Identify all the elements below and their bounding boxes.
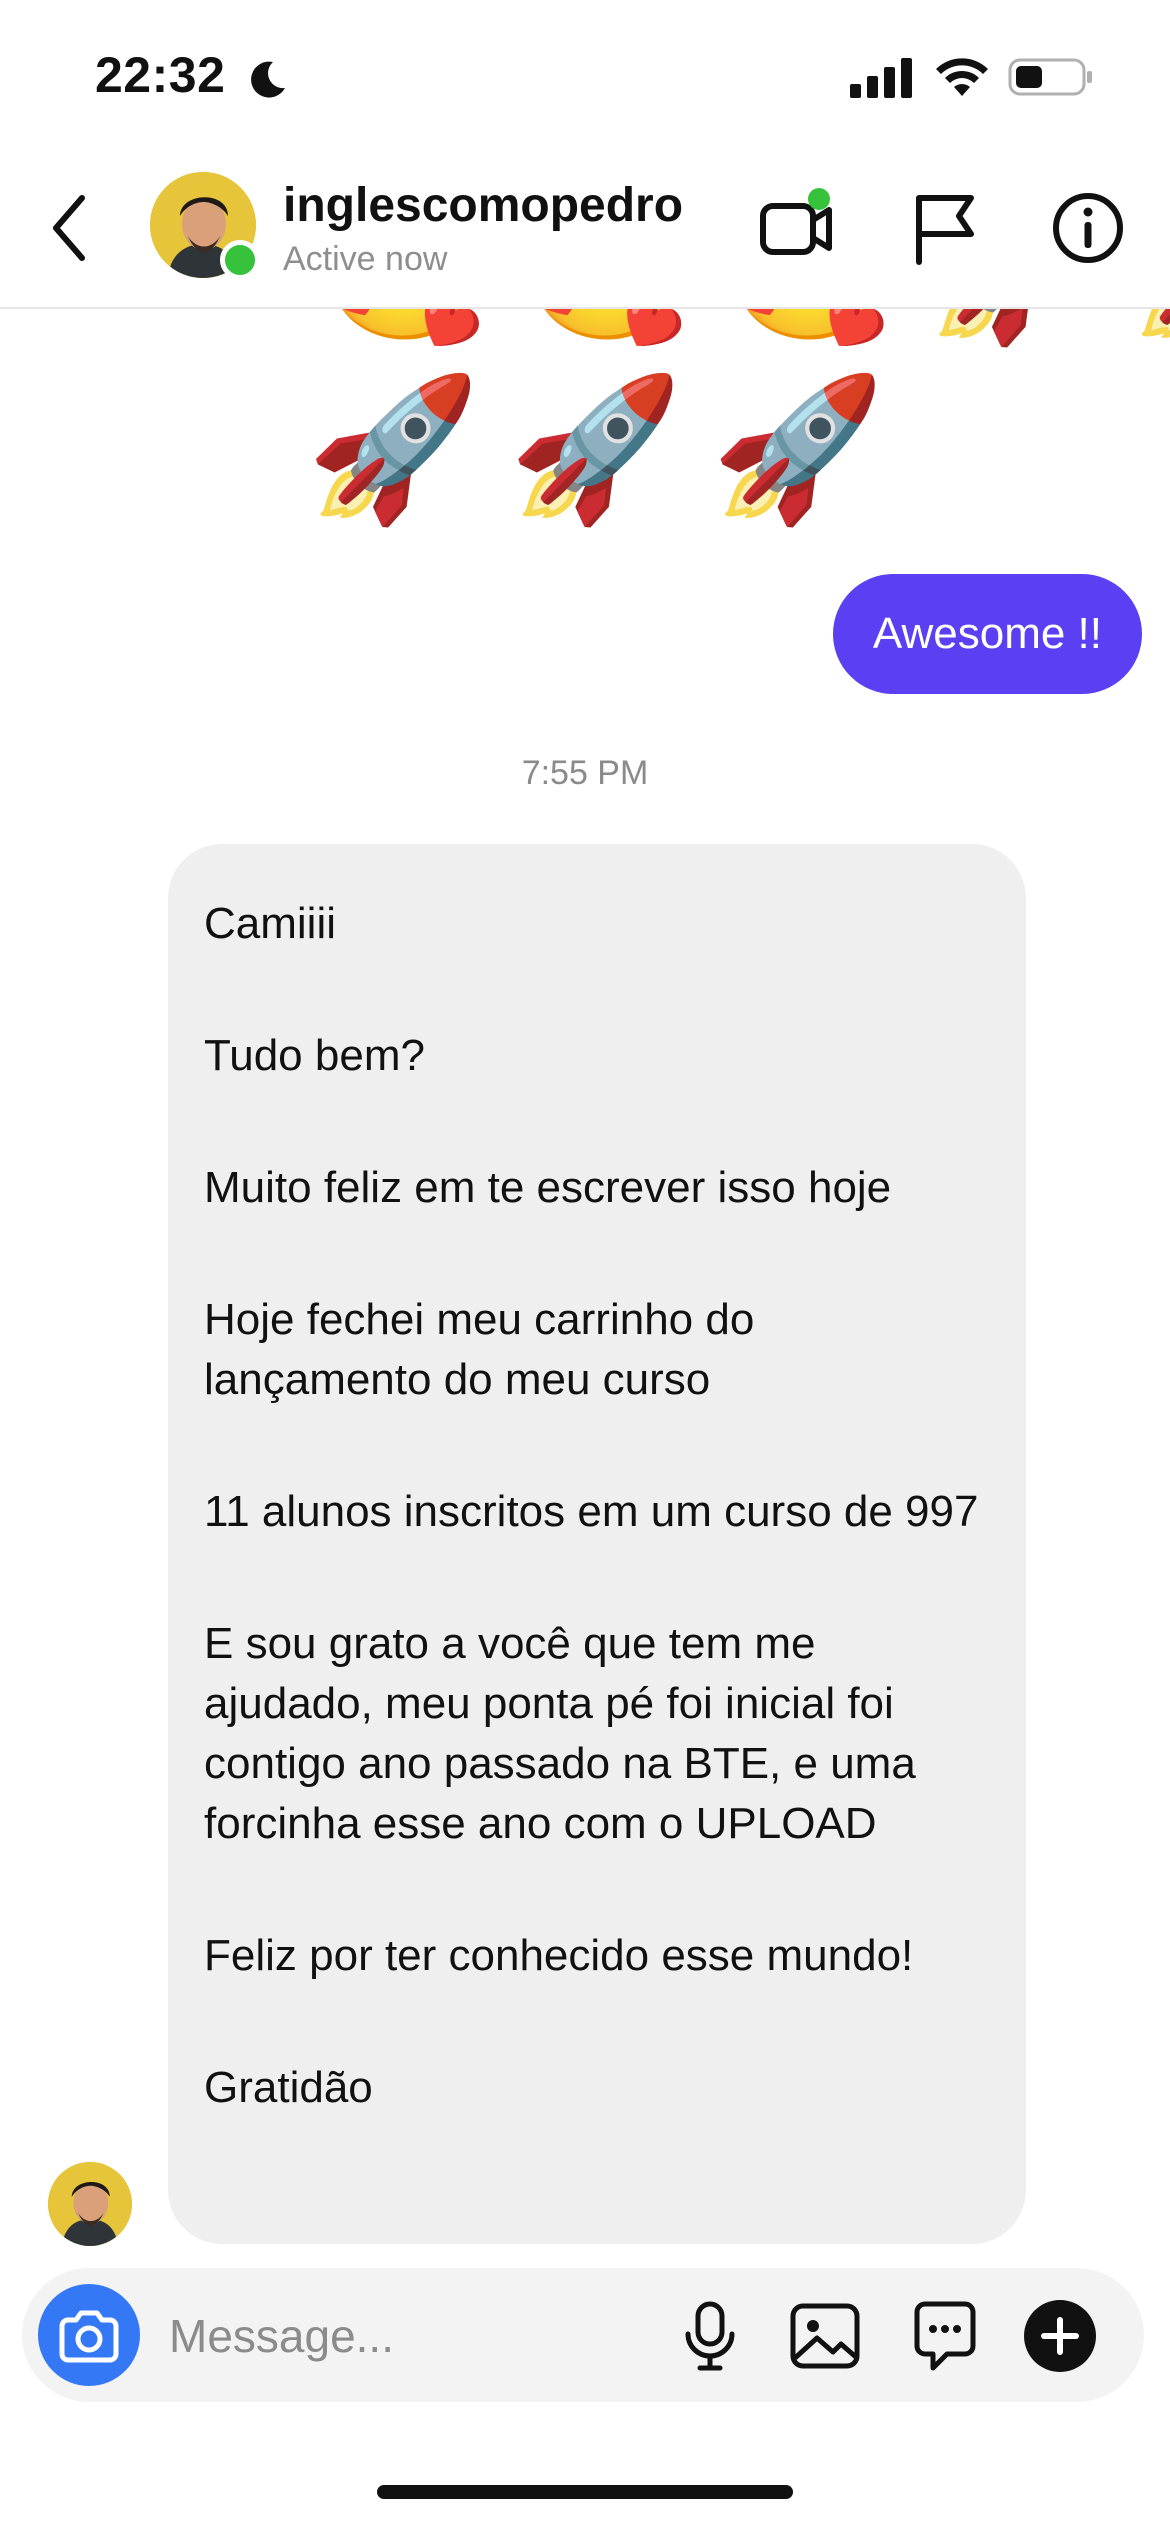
camera-button[interactable] (38, 2284, 140, 2386)
received-message-bubble[interactable]: Camiiii Tudo bem? Muito feliz em te escr… (168, 844, 1026, 2244)
status-time: 22:32 (95, 47, 226, 103)
emoji-message-rockets: 🚀🚀🚀 (306, 370, 913, 527)
chat-area[interactable]: 🥰🥰🥰🚀🚀 🚀🚀🚀 Awesome !! 7:55 PM Camiiii Tud… (0, 309, 1170, 2269)
battery-icon (1008, 58, 1092, 96)
message-paragraph: Gratidão (204, 2063, 373, 2112)
message-paragraph: Feliz por ter conhecido esse mundo! (204, 1931, 914, 1980)
back-chevron-icon[interactable] (48, 192, 90, 264)
emoji-message-top: 🥰🥰🥰🚀🚀 (318, 309, 1170, 339)
wifi-icon (936, 58, 988, 96)
video-call-active-dot (808, 188, 830, 210)
sticker-icon[interactable] (907, 2298, 983, 2374)
camera-icon (59, 2310, 119, 2363)
flag-icon[interactable] (905, 188, 985, 268)
person-silhouette-icon (48, 2162, 132, 2246)
home-indicator[interactable] (377, 2485, 793, 2499)
message-paragraph: Muito feliz em te escrever isso hoje (204, 1163, 892, 1212)
chat-username[interactable]: inglescomopedro (283, 178, 683, 233)
info-icon[interactable] (1048, 188, 1128, 268)
plus-icon[interactable] (1022, 2298, 1098, 2374)
moon-icon (251, 61, 285, 98)
signal-icon (850, 58, 912, 98)
message-input[interactable] (167, 2292, 671, 2380)
message-composer (22, 2268, 1144, 2402)
message-paragraph: Camiiii (204, 899, 336, 948)
message-paragraph: Hoje fechei meu carrinho do lançamento d… (204, 1295, 755, 1404)
message-timestamp: 7:55 PM (521, 754, 649, 792)
received-message-text: Camiiii Tudo bem? Muito feliz em te escr… (204, 894, 990, 2118)
status-bar: 22:32 (0, 0, 1170, 150)
sender-avatar[interactable] (48, 2162, 132, 2246)
sent-message-bubble[interactable]: Awesome !! (832, 574, 1142, 694)
message-paragraph: 11 alunos inscritos em um curso de 997 (204, 1487, 979, 1536)
sent-message-text: Awesome !! (872, 609, 1102, 658)
microphone-icon[interactable] (672, 2298, 748, 2374)
active-status: Active now (283, 240, 448, 278)
gallery-icon[interactable] (787, 2298, 863, 2374)
message-paragraph: E sou grato a você que tem me ajudado, m… (204, 1619, 916, 1848)
avatar[interactable] (150, 172, 260, 282)
chat-header: inglescomopedro Active now (0, 150, 1170, 309)
message-paragraph: Tudo bem? (204, 1031, 425, 1080)
online-indicator (220, 240, 260, 280)
